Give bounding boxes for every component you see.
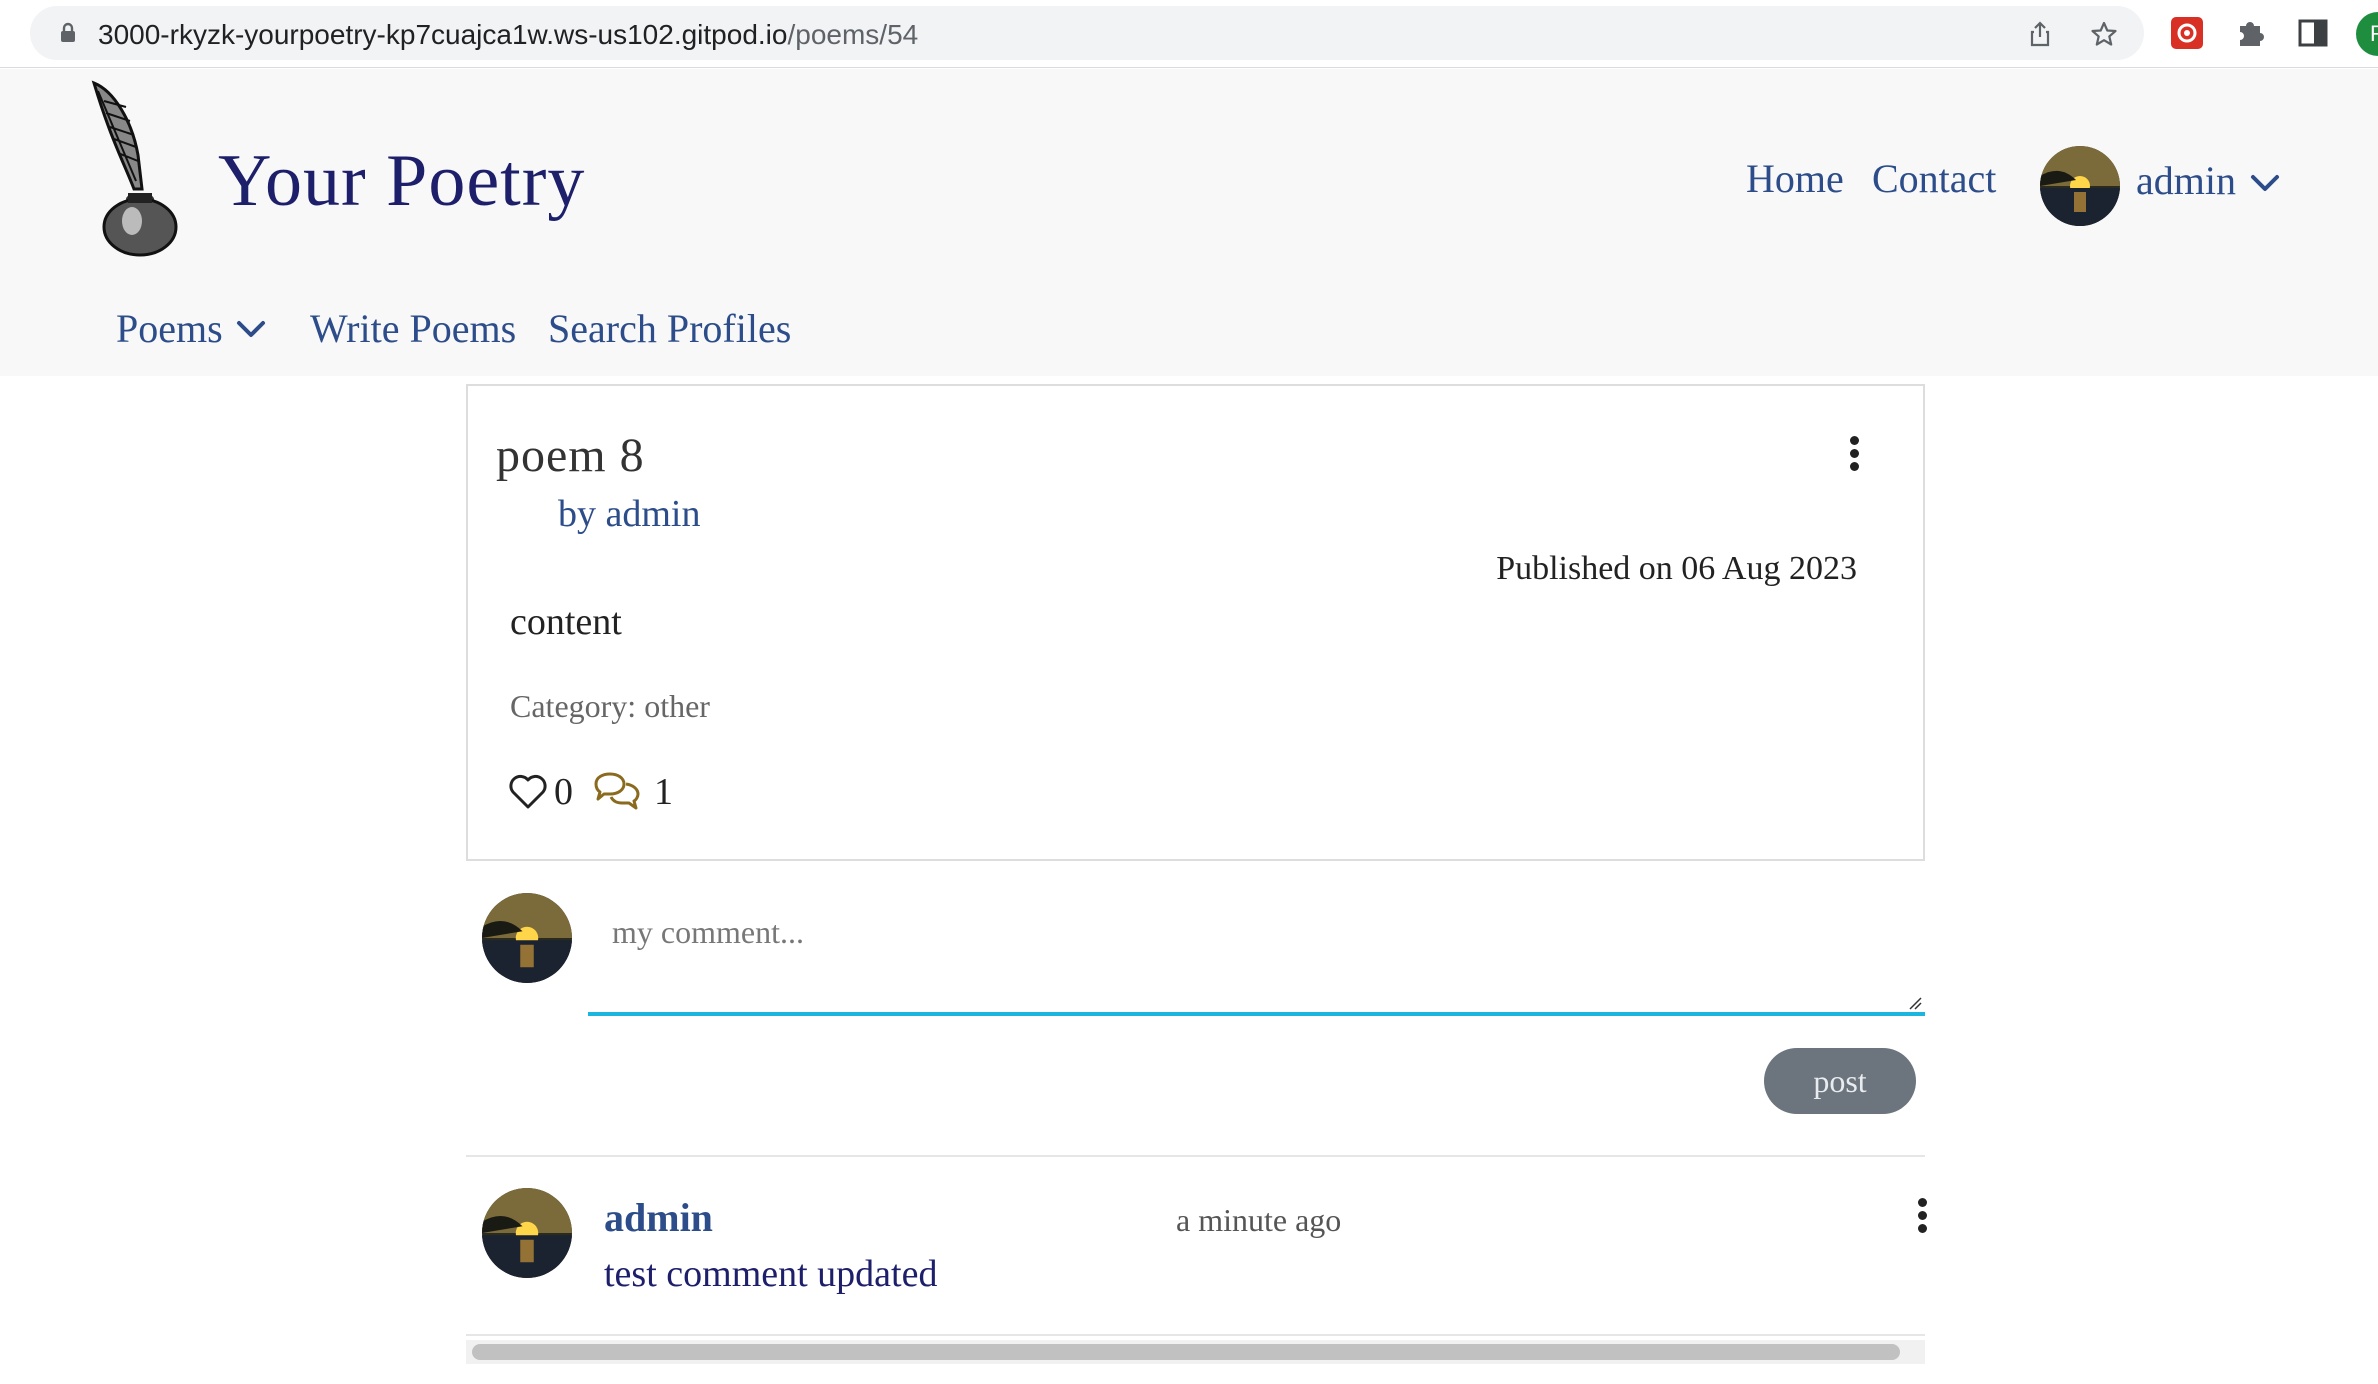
url-host: 3000-rkyzk-yourpoetry-kp7cuajca1w.ws-us1… — [98, 19, 788, 50]
chevron-down-icon[interactable] — [2250, 173, 2280, 193]
nav-contact-link[interactable]: Contact — [1872, 155, 1996, 202]
browser-toolbar: 3000-rkyzk-yourpoetry-kp7cuajca1w.ws-us1… — [0, 0, 2378, 68]
likes-count: 0 — [554, 771, 573, 813]
comment-textarea[interactable] — [588, 890, 1925, 1016]
comment-options-kebab-icon[interactable] — [1916, 1198, 1928, 1238]
nav-poems-dropdown[interactable]: Poems — [116, 305, 223, 352]
browser-profile-avatar[interactable]: R — [2356, 12, 2378, 56]
sunset-avatar-image — [482, 1188, 572, 1278]
sunset-avatar-image — [2040, 146, 2120, 226]
poem-author-link[interactable]: by admin — [558, 492, 700, 536]
lock-icon — [61, 22, 75, 42]
puzzle-icon[interactable] — [2234, 16, 2268, 50]
comment-bottom-divider — [466, 1334, 1925, 1336]
share-icon[interactable] — [2026, 20, 2054, 48]
url-text: 3000-rkyzk-yourpoetry-kp7cuajca1w.ws-us1… — [98, 19, 918, 51]
address-bar[interactable]: 3000-rkyzk-yourpoetry-kp7cuajca1w.ws-us1… — [30, 6, 2144, 60]
sunset-avatar-image — [482, 893, 572, 983]
post-comment-button[interactable]: post — [1764, 1048, 1916, 1114]
horizontal-scrollbar-thumb[interactable] — [472, 1344, 1900, 1360]
user-avatar[interactable] — [2040, 146, 2120, 226]
poem-content: content — [510, 601, 622, 643]
poem-card: poem 8 by admin Published on 06 Aug 2023… — [466, 384, 1925, 861]
user-menu-toggle[interactable]: admin — [2136, 157, 2236, 204]
comments-count: 1 — [654, 771, 673, 813]
chevron-down-icon[interactable] — [236, 319, 266, 339]
side-panel-icon[interactable] — [2296, 16, 2330, 50]
resize-handle-icon[interactable] — [1908, 996, 1922, 1010]
site-header: Your Poetry Home Contact admin Poems Wri… — [0, 69, 2378, 376]
site-brand[interactable]: Your Poetry — [218, 139, 585, 224]
comment-author-link[interactable]: admin — [604, 1194, 713, 1241]
poem-published-date: Published on 06 Aug 2023 — [1496, 550, 1857, 587]
star-icon[interactable] — [2090, 20, 2118, 48]
nav-home-link[interactable]: Home — [1746, 155, 1844, 202]
quill-inkwell-logo[interactable] — [80, 77, 190, 257]
url-path: /poems/54 — [787, 19, 919, 50]
poem-title: poem 8 — [496, 429, 645, 482]
comment-form-avatar[interactable] — [482, 893, 572, 983]
nav-write-poems-link[interactable]: Write Poems — [310, 305, 516, 352]
nav-search-profiles-link[interactable]: Search Profiles — [548, 305, 791, 352]
comments-icon[interactable] — [592, 770, 642, 812]
comment-timestamp: a minute ago — [1176, 1202, 1342, 1238]
extension-icon[interactable] — [2170, 16, 2204, 50]
comment-text: test comment updated — [604, 1253, 938, 1295]
heart-icon[interactable] — [508, 772, 548, 810]
poem-category: Category: other — [510, 688, 710, 724]
comments-divider — [466, 1155, 1925, 1157]
comment-author-avatar[interactable] — [482, 1188, 572, 1278]
poem-options-kebab-icon[interactable] — [1848, 436, 1860, 476]
